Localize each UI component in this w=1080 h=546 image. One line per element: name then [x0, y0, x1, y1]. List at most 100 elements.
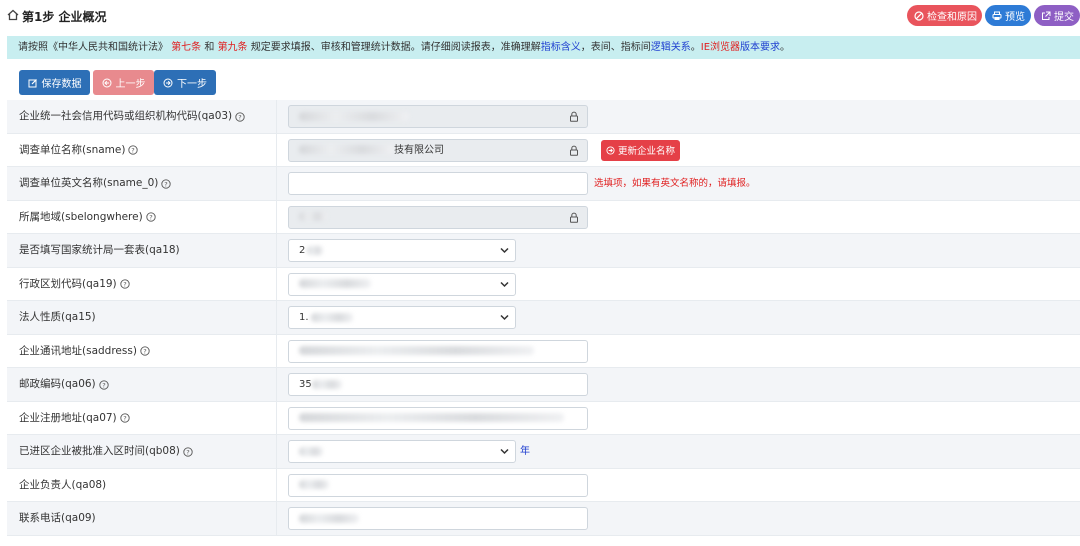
label-cell: 已进区企业被批准入区时间(qb08)?	[7, 435, 277, 468]
label-cell: 邮政编码(qa06)?	[7, 368, 277, 401]
form-row-postal-code: 邮政编码(qa06)? 35	[7, 368, 1080, 402]
label-cell: 企业注册地址(qa07)?	[7, 401, 277, 435]
mailing-address-input[interactable]	[288, 339, 588, 363]
check-and-reason-button[interactable]: 检查和原因	[907, 5, 982, 26]
print-icon	[992, 11, 1002, 20]
help-icon[interactable]: ?	[161, 178, 172, 189]
help-icon[interactable]: ?	[120, 413, 130, 423]
form-row-english-name: 调查单位英文名称(sname_0)? 选填项，如果有英文名称的，请填报。	[7, 167, 1080, 201]
field-label-text: 联系电话(qa09)	[19, 512, 96, 524]
field-label: 法人性质(qa15)	[19, 301, 96, 334]
field-label: 调查单位英文名称(sname_0)?	[19, 167, 172, 200]
save-data-button[interactable]: 保存数据	[19, 70, 90, 95]
svg-text:?: ?	[143, 347, 146, 355]
lock-icon	[570, 111, 578, 122]
form-row-admin-code: 行政区划代码(qa19)?	[7, 267, 1080, 301]
notice-text-dot: 。	[690, 42, 701, 53]
svg-text:?: ?	[123, 414, 126, 422]
law-article-9: 第九条	[217, 42, 248, 53]
label-cell: 企业负责人(qa08)	[7, 468, 277, 502]
unit-name-value: 技有限公司	[394, 144, 444, 156]
label-cell: 调查单位英文名称(sname_0)?	[7, 167, 277, 200]
form-row-credit-code: 企业统一社会信用代码或组织机构代码(qa03)?	[7, 100, 1080, 134]
help-icon[interactable]: ?	[140, 346, 150, 356]
version-requirement-link[interactable]: 版本要求	[740, 42, 780, 53]
submit-button-label: 提交	[1054, 12, 1074, 23]
field-label: 企业负责人(qa08)	[19, 469, 106, 502]
redacted-value	[299, 513, 359, 523]
field-label-text: 企业统一社会信用代码或组织机构代码(qa03)	[19, 110, 233, 122]
field-label: 企业注册地址(qa07)?	[19, 402, 130, 435]
field-label: 是否填写国家统计局一套表(qa18)	[19, 234, 180, 267]
svg-text:?: ?	[102, 381, 105, 389]
form-row-unit-name: 调查单位名称(sname)? 技有限公司 更新企业名称	[7, 133, 1080, 167]
label-cell: 企业通讯地址(saddress)?	[7, 334, 277, 367]
help-icon[interactable]: ?	[128, 145, 139, 155]
field-label-text: 已进区企业被批准入区时间(qb08)	[19, 445, 180, 457]
help-icon[interactable]: ?	[99, 379, 109, 390]
field-label: 行政区划代码(qa19)?	[19, 268, 130, 301]
notice-text: 请按照《中华人民共和国统计法》	[18, 42, 168, 53]
submit-button[interactable]: 提交	[1034, 5, 1080, 26]
ie-browser-text: IE浏览器	[700, 42, 741, 53]
update-company-name-button[interactable]: 更新企业名称	[601, 139, 680, 161]
admin-code-select[interactable]	[288, 272, 516, 296]
help-icon[interactable]: ?	[120, 279, 130, 289]
next-step-button[interactable]: 下一步	[154, 70, 216, 95]
registered-address-input[interactable]	[288, 406, 588, 430]
form-row-approval-time: 已进区企业被批准入区时间(qb08)? 年	[7, 435, 1080, 469]
english-name-hint: 选填项，如果有英文名称的，请填报。	[594, 178, 756, 189]
field-label: 调查单位名称(sname)?	[19, 134, 139, 167]
help-icon[interactable]: ?	[235, 111, 245, 122]
legal-representative-input[interactable]	[288, 473, 588, 497]
year-suffix: 年	[520, 446, 530, 457]
form-row-mailing-address: 企业通讯地址(saddress)?	[7, 334, 1080, 368]
previous-step-button[interactable]: 上一步	[93, 70, 154, 95]
notice-banner: 请按照《中华人民共和国统计法》 第七条 和 第九条 规定要求填报、审核和管理统计…	[7, 36, 1080, 59]
notice-text-middle: 规定要求填报、审核和管理统计数据。请仔细阅读报表，准确理解	[250, 42, 541, 53]
field-label-text: 企业注册地址(qa07)	[19, 411, 117, 424]
indicator-meaning-link[interactable]: 指标含义	[541, 42, 581, 53]
logic-relation-link[interactable]: 逻辑关系	[651, 42, 691, 53]
save-button-label: 保存数据	[41, 79, 82, 90]
redacted-value	[299, 279, 371, 288]
phone-input[interactable]	[288, 507, 588, 530]
chevron-down-icon	[500, 281, 509, 287]
national-table-select[interactable]: 2	[288, 239, 516, 262]
redacted-value	[310, 312, 353, 322]
field-label-text: 是否填写国家统计局一套表(qa18)	[19, 244, 180, 256]
redacted-value	[299, 413, 564, 422]
label-cell: 所属地域(sbelongwhere)?	[7, 200, 277, 234]
help-icon[interactable]: ?	[146, 212, 156, 222]
field-label-text: 行政区划代码(qa19)	[19, 277, 117, 290]
preview-button-label: 预览	[1005, 12, 1025, 23]
field-label: 企业统一社会信用代码或组织机构代码(qa03)?	[19, 100, 245, 133]
home-icon	[7, 9, 19, 21]
legal-nature-select[interactable]: 1.	[288, 306, 516, 329]
postal-code-input[interactable]: 35	[288, 373, 588, 396]
chevron-down-icon	[500, 247, 509, 254]
page-title: 第1步 企业概况	[22, 10, 107, 24]
preview-button[interactable]: 预览	[985, 5, 1031, 26]
form-row-legal-nature: 法人性质(qa15) 1.	[7, 301, 1080, 335]
approval-year-select[interactable]	[288, 440, 516, 463]
svg-text:?: ?	[123, 280, 126, 288]
update-button-label: 更新企业名称	[617, 146, 675, 157]
credit-code-field	[288, 105, 588, 128]
field-label: 所属地域(sbelongwhere)?	[19, 201, 156, 234]
lock-icon	[570, 145, 578, 156]
notice-text-and: 和	[204, 42, 215, 53]
svg-text:?: ?	[165, 180, 168, 188]
field-label-text: 法人性质(qa15)	[19, 311, 96, 323]
field-label-text: 所属地域(sbelongwhere)	[19, 210, 143, 223]
form-row-registered-address: 企业注册地址(qa07)?	[7, 401, 1080, 435]
next-button-label: 下一步	[177, 79, 207, 90]
chevron-down-icon	[500, 314, 509, 321]
national-table-value: 2	[299, 245, 306, 256]
field-label-text: 调查单位名称(sname)	[19, 143, 126, 156]
redacted-value	[299, 446, 323, 456]
law-article-7: 第七条	[171, 42, 202, 53]
help-icon[interactable]: ?	[183, 446, 193, 457]
svg-text:?: ?	[132, 146, 135, 154]
english-name-input[interactable]	[288, 172, 588, 195]
